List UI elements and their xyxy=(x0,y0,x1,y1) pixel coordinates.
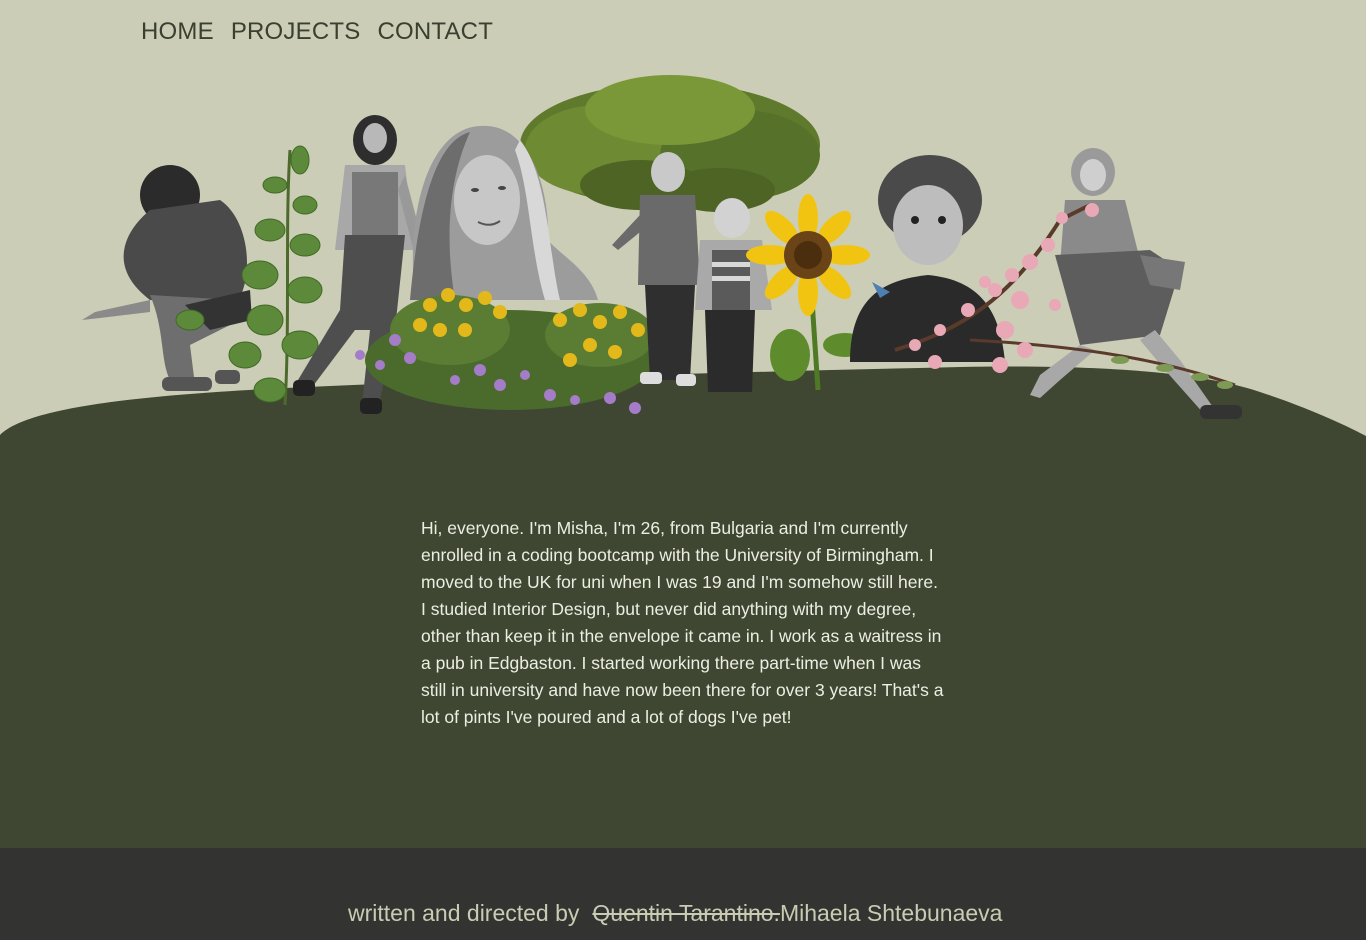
child-portrait-photo xyxy=(850,155,1005,362)
bio-text: Hi, everyone. I'm Misha, I'm 26, from Bu… xyxy=(421,518,944,727)
credit-struck-name: Quentin Tarantino. xyxy=(592,900,780,926)
main-nav: HOME PROJECTS CONTACT xyxy=(141,18,493,46)
nav-projects-link[interactable]: PROJECTS xyxy=(231,18,361,46)
nav-home-link[interactable]: HOME xyxy=(141,18,214,46)
nav-contact-link[interactable]: CONTACT xyxy=(377,18,493,46)
credit-prefix: written and directed by xyxy=(348,900,580,926)
credit-name: Mihaela Shtebunaeva xyxy=(779,900,1003,926)
crouching-woman-photo xyxy=(82,165,252,391)
footer: written and directed by Quentin Tarantino… xyxy=(0,848,1366,940)
footer-credit: written and directed by Quentin Tarantino… xyxy=(348,900,1002,927)
